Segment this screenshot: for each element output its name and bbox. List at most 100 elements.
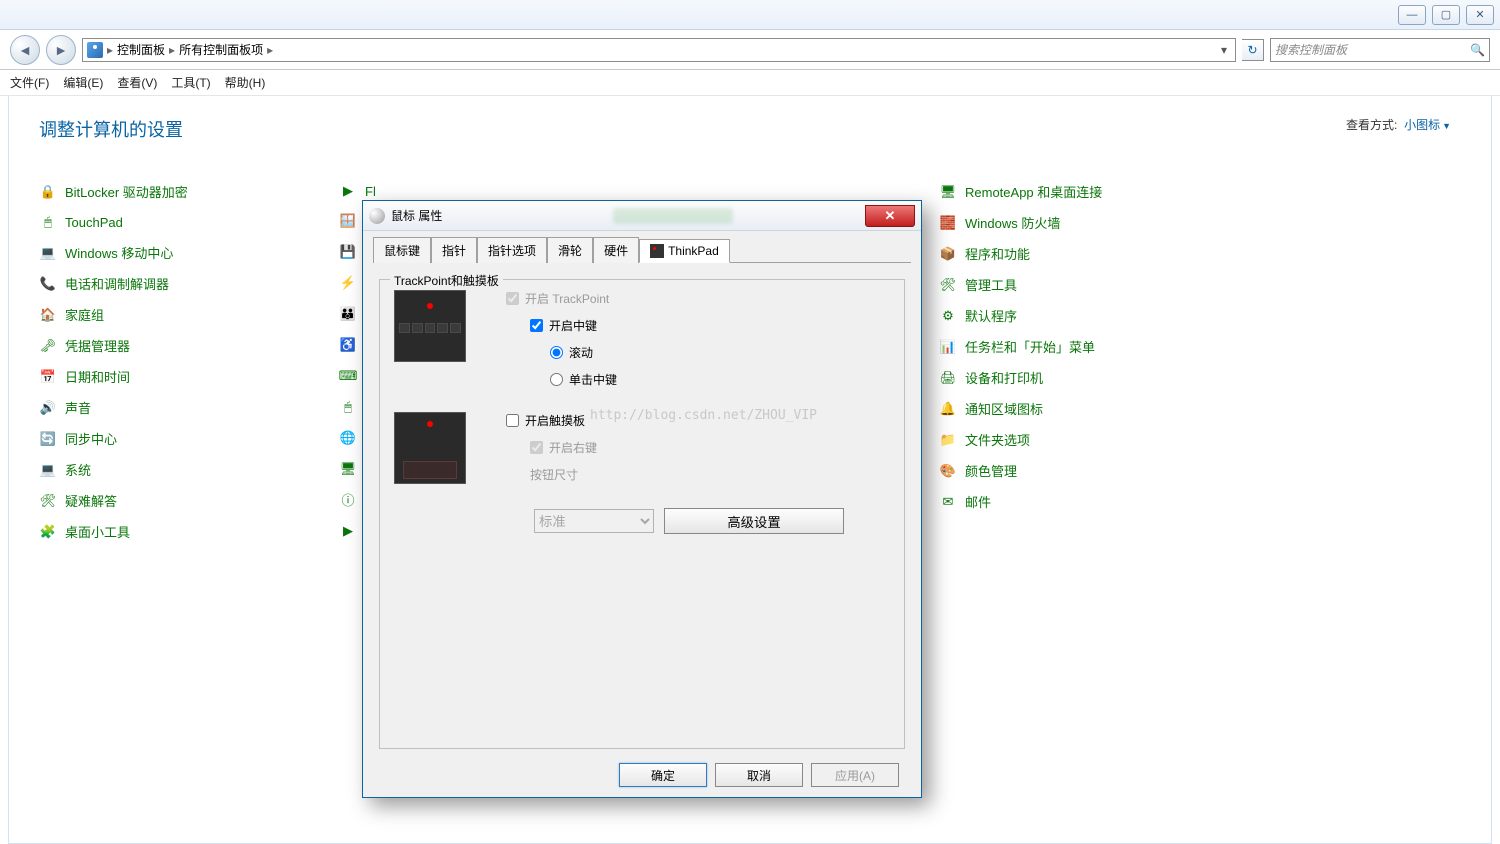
menu-help[interactable]: 帮助(H) <box>225 74 266 91</box>
item-icon: 🛠 <box>939 276 957 294</box>
control-panel-item[interactable]: 🗝凭据管理器 <box>39 336 339 355</box>
radio-click-middle[interactable]: 单击中键 <box>550 371 617 388</box>
control-panel-item[interactable]: ✉邮件 <box>939 492 1239 511</box>
checkbox-input[interactable] <box>506 414 519 427</box>
item-icon: ⌨ <box>339 367 357 385</box>
chevron-right-icon: ▸ <box>267 43 273 57</box>
control-panel-item[interactable]: 🖥RemoteApp 和桌面连接 <box>939 182 1239 201</box>
item-icon: ♿ <box>339 336 357 354</box>
control-panel-item[interactable]: 💻系统 <box>39 460 339 479</box>
item-icon: 🖱 <box>39 213 57 231</box>
item-icon: 🔔 <box>939 400 957 418</box>
menu-view[interactable]: 查看(V) <box>117 74 157 91</box>
blurred-region <box>613 208 733 224</box>
close-button[interactable]: ✕ <box>1466 5 1494 25</box>
item-icon: 🔄 <box>39 430 57 448</box>
item-icon: 💻 <box>39 244 57 262</box>
control-panel-item[interactable]: 🧩桌面小工具 <box>39 522 339 541</box>
item-icon: 📞 <box>39 275 57 293</box>
item-icon: 🛠 <box>39 492 57 510</box>
item-label: 凭据管理器 <box>65 336 130 355</box>
trackpoint-group: TrackPoint和触摸板 开启 TrackPoint 开启中键 <box>379 279 905 749</box>
item-label: 疑难解答 <box>65 491 117 510</box>
dialog-titlebar[interactable]: 鼠标 属性 ✕ <box>363 201 921 231</box>
item-icon: ✉ <box>939 493 957 511</box>
dialog-title-text: 鼠标 属性 <box>391 207 442 224</box>
control-panel-item[interactable]: 🧱Windows 防火墙 <box>939 213 1239 232</box>
checkbox-input[interactable] <box>530 319 543 332</box>
item-label: 家庭组 <box>65 305 104 324</box>
view-by-link[interactable]: 小图标▼ <box>1404 118 1451 132</box>
checkbox-label: 开启中键 <box>549 317 597 334</box>
item-icon: ⓘ <box>339 491 357 509</box>
chevron-down-icon: ▼ <box>1442 121 1451 131</box>
tab-pointers[interactable]: 指针 <box>431 237 477 263</box>
item-icon: 👪 <box>339 305 357 323</box>
trackpoint-section: 开启 TrackPoint 开启中键 滚动 单击中键 <box>394 290 890 388</box>
tab-wheel[interactable]: 滑轮 <box>547 237 593 263</box>
control-panel-item[interactable]: 🏠家庭组 <box>39 305 339 324</box>
tab-mouse-buttons[interactable]: 鼠标键 <box>373 237 431 263</box>
control-panel-item[interactable]: 📅 日期和时间 <box>39 367 339 386</box>
address-dropdown-icon[interactable]: ▾ <box>1217 43 1231 57</box>
menu-bar: 文件(F) 编辑(E) 查看(V) 工具(T) 帮助(H) <box>0 70 1500 96</box>
grid-column: 🔒BitLocker 驱动器加密 🖱TouchPad 💻Windows 移动中心 📞电… <box>39 182 339 541</box>
tab-thinkpad[interactable]: ThinkPad <box>639 239 730 263</box>
view-by: 查看方式: 小图标▼ <box>1346 116 1451 133</box>
checkbox-label: 开启 TrackPoint <box>525 290 609 307</box>
control-panel-item[interactable]: 🖨设备和打印机 <box>939 368 1239 387</box>
item-icon: 🔊 <box>39 399 57 417</box>
item-label: Windows 防火墙 <box>965 213 1060 232</box>
item-icon: 📅 <box>39 368 57 386</box>
control-panel-item[interactable]: 📦程序和功能 <box>939 244 1239 263</box>
radio-input[interactable] <box>550 373 563 386</box>
control-panel-item[interactable]: 💻Windows 移动中心 <box>39 243 339 262</box>
item-label: 日期和时间 <box>65 367 130 386</box>
control-panel-item[interactable]: 📞电话和调制解调器 <box>39 274 339 293</box>
control-panel-item[interactable]: 🛠管理工具 <box>939 275 1239 294</box>
thinkpad-icon <box>650 244 664 258</box>
item-icon: 🔒 <box>39 183 57 201</box>
control-panel-item[interactable]: ▶Fl <box>339 182 639 200</box>
cancel-button[interactable]: 取消 <box>715 763 803 787</box>
advanced-settings-button[interactable]: 高级设置 <box>664 508 844 534</box>
item-icon: 🧩 <box>39 523 57 541</box>
refresh-button[interactable]: ↻ <box>1242 39 1264 61</box>
dialog-close-button[interactable]: ✕ <box>865 205 915 227</box>
search-icon[interactable]: 🔍 <box>1470 43 1485 57</box>
control-panel-item[interactable]: 🔒BitLocker 驱动器加密 <box>39 182 339 201</box>
control-panel-item[interactable]: 📊任务栏和「开始」菜单 <box>939 337 1239 356</box>
forward-button[interactable]: ► <box>46 35 76 65</box>
control-panel-item[interactable]: 🔄同步中心 <box>39 429 339 448</box>
control-panel-item[interactable]: 🔊声音 <box>39 398 339 417</box>
search-input[interactable]: 搜索控制面板 🔍 <box>1270 38 1490 62</box>
tab-hardware[interactable]: 硬件 <box>593 237 639 263</box>
ok-button[interactable]: 确定 <box>619 763 707 787</box>
item-icon: 💾 <box>339 243 357 261</box>
control-panel-item[interactable]: ⚙默认程序 <box>939 306 1239 325</box>
control-panel-item[interactable]: 🖱TouchPad <box>39 213 339 231</box>
control-panel-item[interactable]: 🔔通知区域图标 <box>939 399 1239 418</box>
checkbox-label: 开启右键 <box>549 439 597 456</box>
tab-pointer-options[interactable]: 指针选项 <box>477 237 547 263</box>
radio-input[interactable] <box>550 346 563 359</box>
menu-edit[interactable]: 编辑(E) <box>63 74 103 91</box>
menu-file[interactable]: 文件(F) <box>10 74 49 91</box>
menu-tools[interactable]: 工具(T) <box>171 74 210 91</box>
control-panel-item[interactable]: 🛠 疑难解答 <box>39 491 339 510</box>
breadcrumb-item[interactable]: 所有控制面板项 <box>179 41 263 58</box>
checkbox-enable-middle[interactable]: 开启中键 <box>530 317 617 334</box>
control-panel-item[interactable]: 🎨颜色管理 <box>939 461 1239 480</box>
address-bar[interactable]: ▸ 控制面板 ▸ 所有控制面板项 ▸ ▾ <box>82 38 1236 62</box>
checkbox-enable-touchpad[interactable]: 开启触摸板 <box>506 412 597 429</box>
back-button[interactable]: ◄ <box>10 35 40 65</box>
maximize-button[interactable]: ▢ <box>1432 5 1460 25</box>
trackpoint-preview-image <box>394 290 466 362</box>
radio-scroll[interactable]: 滚动 <box>550 344 617 361</box>
item-icon: 🎨 <box>939 462 957 480</box>
chevron-right-icon: ▸ <box>107 43 113 57</box>
control-panel-item[interactable]: 📁文件夹选项 <box>939 430 1239 449</box>
minimize-button[interactable]: — <box>1398 5 1426 25</box>
breadcrumb-item[interactable]: 控制面板 <box>117 41 165 58</box>
watermark-text: http://blog.csdn.net/ZHOU_VIP <box>590 408 817 423</box>
